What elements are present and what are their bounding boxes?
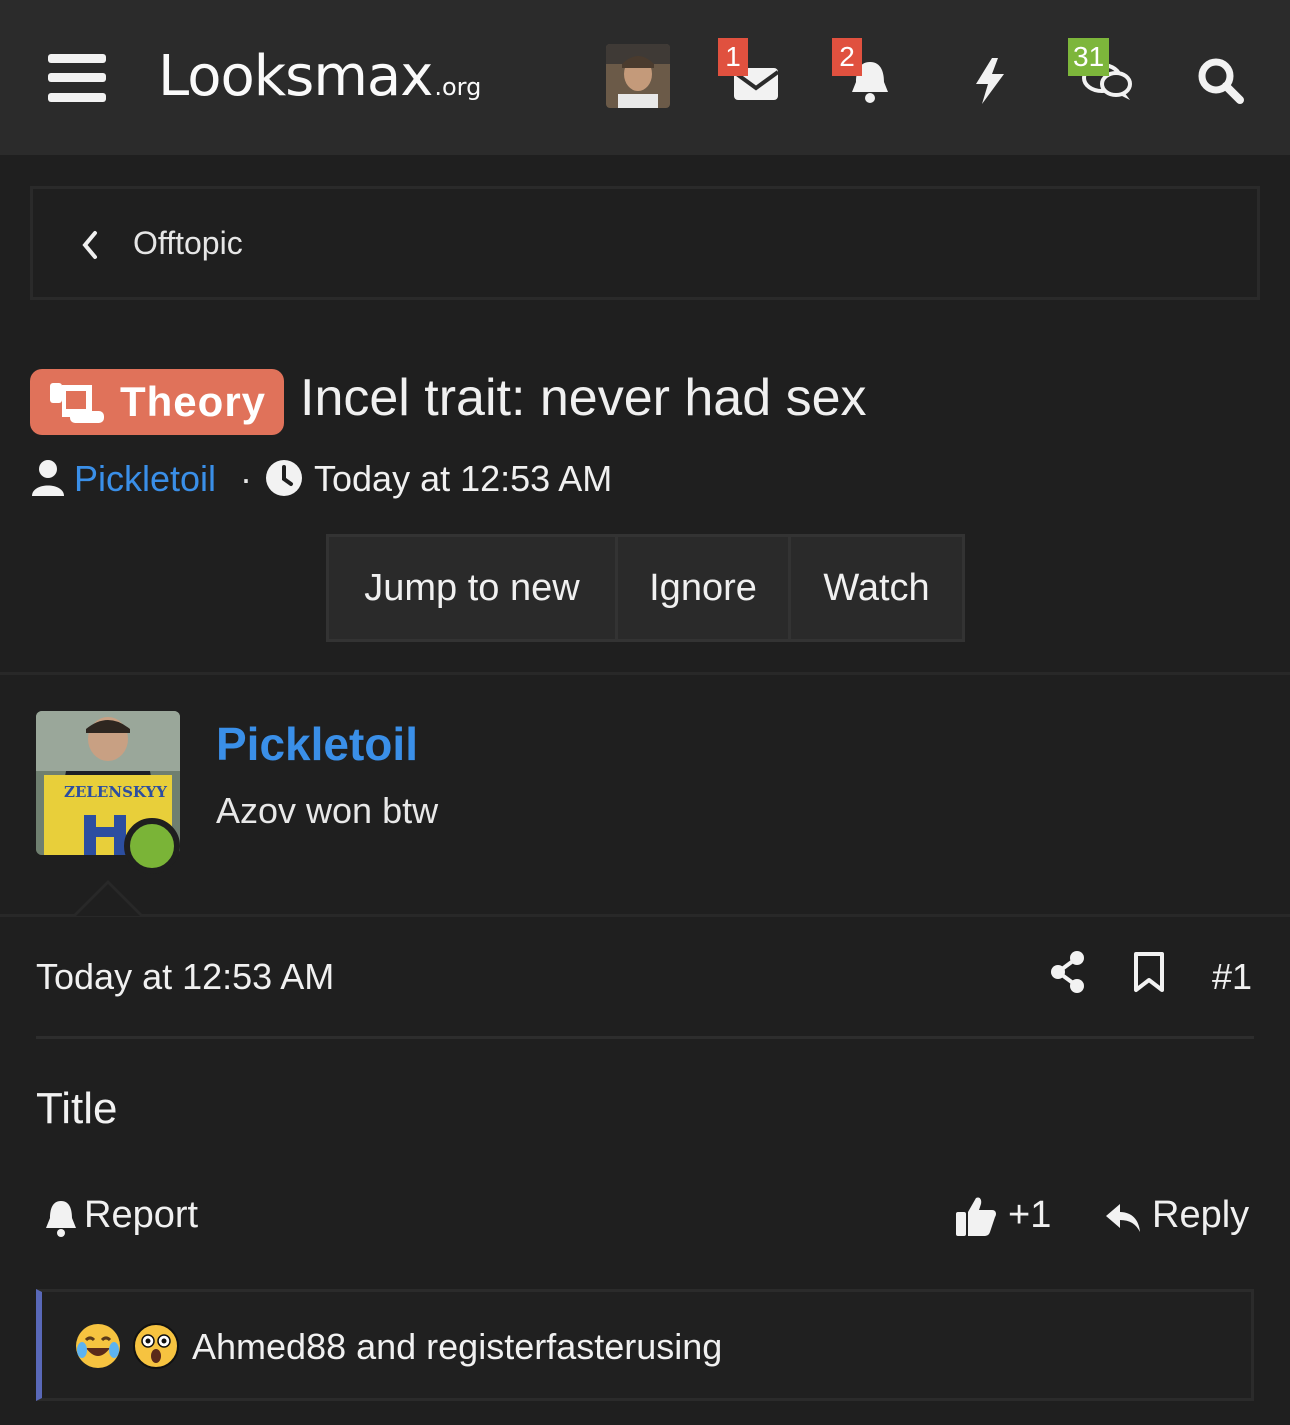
reply-label: Reply bbox=[1152, 1194, 1250, 1236]
menu-icon[interactable] bbox=[48, 52, 108, 104]
site-logo[interactable]: Looksmax.org bbox=[158, 44, 481, 109]
post-divider bbox=[0, 914, 1290, 917]
search-button[interactable] bbox=[1188, 48, 1250, 108]
alerts-button[interactable]: 2 bbox=[832, 38, 898, 108]
jump-to-new-button[interactable]: Jump to new bbox=[326, 534, 618, 642]
watch-button[interactable]: Watch bbox=[788, 534, 965, 642]
logo-text: Looksmax bbox=[158, 44, 433, 109]
bolt-icon bbox=[976, 58, 1004, 104]
post-number[interactable]: #1 bbox=[1212, 956, 1252, 998]
online-status-indicator bbox=[124, 818, 180, 874]
thread-date[interactable]: Today at 12:53 AM bbox=[314, 458, 612, 500]
clock-icon bbox=[266, 460, 302, 496]
share-icon[interactable] bbox=[1050, 950, 1086, 994]
report-bell-icon bbox=[46, 1201, 76, 1237]
conversations-badge: 1 bbox=[718, 38, 748, 76]
logo-suffix: .org bbox=[434, 73, 482, 101]
meta-separator: · bbox=[240, 458, 252, 499]
section-divider bbox=[0, 672, 1290, 675]
conversations-button[interactable]: 1 bbox=[718, 38, 784, 108]
search-icon bbox=[1198, 58, 1244, 104]
reactions-users[interactable]: Ahmed88 and registerfasterusing bbox=[192, 1326, 722, 1368]
thread-title: Incel trait: never had sex bbox=[300, 369, 867, 427]
top-navigation-bar: Looksmax.org 1 2 31 bbox=[0, 0, 1290, 155]
whats-new-button[interactable] bbox=[960, 48, 1022, 108]
breadcrumb-label: Offtopic bbox=[133, 225, 243, 261]
user-icon bbox=[32, 460, 64, 496]
user-pointer-arrow-inner bbox=[76, 884, 140, 916]
post-username[interactable]: Pickletoil bbox=[216, 717, 418, 771]
breadcrumb[interactable]: Offtopic bbox=[30, 186, 1260, 300]
report-label: Report bbox=[84, 1194, 199, 1236]
avatar-caption: ZELENSKYY bbox=[64, 783, 167, 801]
astonished-emoji-icon bbox=[133, 1323, 179, 1369]
account-avatar[interactable] bbox=[606, 44, 670, 108]
post-date[interactable]: Today at 12:53 AM bbox=[36, 956, 334, 998]
alerts-badge: 2 bbox=[832, 38, 862, 76]
scroll-icon bbox=[50, 383, 104, 423]
like-count: +1 bbox=[1008, 1194, 1052, 1236]
thumbs-up-icon bbox=[956, 1197, 996, 1236]
bookmark-icon[interactable] bbox=[1132, 950, 1166, 994]
activity-badge: 31 bbox=[1068, 38, 1110, 76]
thread-author-link[interactable]: Pickletoil bbox=[74, 458, 216, 500]
reply-arrow-icon bbox=[1106, 1204, 1140, 1232]
reactions-bar[interactable]: Ahmed88 and registerfasterusing bbox=[36, 1289, 1254, 1401]
crying-laughing-emoji-icon bbox=[76, 1324, 120, 1368]
thread-prefix-badge[interactable]: Theory bbox=[30, 369, 284, 435]
post-header-divider bbox=[36, 1036, 1254, 1039]
chevron-left-icon bbox=[82, 231, 97, 259]
prefix-label: Theory bbox=[120, 378, 267, 425]
ignore-button[interactable]: Ignore bbox=[615, 534, 791, 642]
post-body: Title bbox=[36, 1084, 118, 1133]
latest-activity-button[interactable]: 31 bbox=[1068, 38, 1134, 108]
post-user-title: Azov won btw bbox=[216, 790, 439, 831]
